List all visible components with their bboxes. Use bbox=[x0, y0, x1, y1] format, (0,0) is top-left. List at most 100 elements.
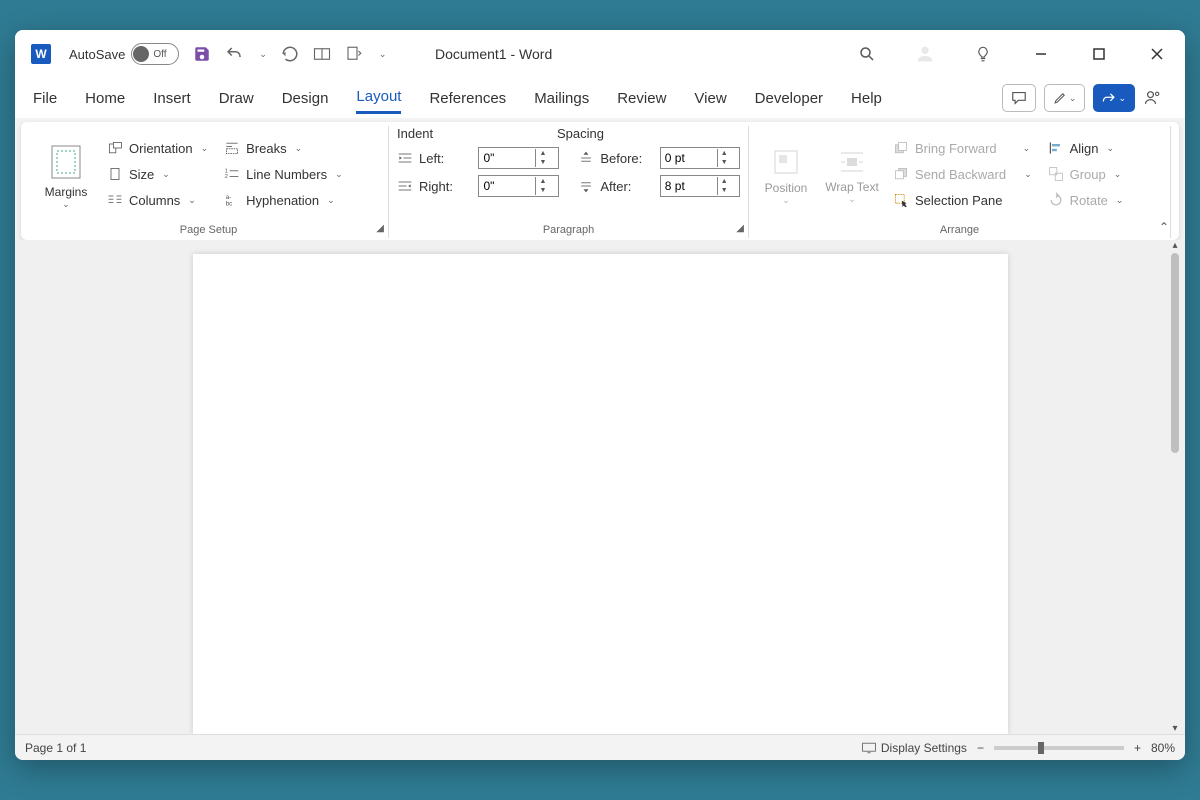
tab-design[interactable]: Design bbox=[282, 84, 329, 113]
tab-file[interactable]: File bbox=[33, 84, 57, 113]
scroll-up-icon[interactable]: ▴ bbox=[1172, 240, 1177, 251]
qat-button-1[interactable] bbox=[313, 46, 331, 62]
autosave-toggle[interactable]: Off bbox=[131, 43, 179, 65]
spacing-after-input[interactable]: ▲▼ bbox=[660, 175, 740, 197]
size-icon bbox=[107, 166, 123, 182]
tab-help[interactable]: Help bbox=[851, 84, 882, 113]
editing-button[interactable]: ⌄ bbox=[1044, 84, 1086, 112]
spinner-up-icon[interactable]: ▲ bbox=[718, 177, 731, 186]
arrange-group-label: Arrange bbox=[757, 222, 1162, 238]
columns-label: Columns bbox=[129, 193, 180, 208]
hyphenation-label: Hyphenation bbox=[246, 193, 319, 208]
comments-button[interactable] bbox=[1002, 84, 1036, 112]
chevron-down-icon: ⌄ bbox=[1023, 143, 1031, 154]
wrap-text-icon bbox=[837, 148, 867, 176]
help-tip-icon[interactable] bbox=[963, 34, 1003, 74]
account-silhouette-icon[interactable] bbox=[1143, 88, 1167, 108]
chevron-down-icon: ⌄ bbox=[188, 195, 196, 206]
search-icon[interactable] bbox=[847, 34, 887, 74]
group-arrange: Position ⌄ Wrap Text ⌄ Bring Forward ⌄ bbox=[749, 126, 1171, 238]
scroll-down-icon[interactable]: ▾ bbox=[1172, 723, 1177, 734]
spinner-up-icon[interactable]: ▲ bbox=[536, 177, 549, 186]
share-button[interactable]: ⌄ bbox=[1093, 84, 1135, 112]
account-icon[interactable] bbox=[905, 34, 945, 74]
columns-button[interactable]: Columns ⌄ bbox=[103, 190, 212, 210]
save-icon[interactable] bbox=[193, 45, 211, 63]
autosave-knob-icon bbox=[133, 46, 149, 62]
chevron-down-icon: ⌄ bbox=[848, 194, 856, 205]
size-button[interactable]: Size⌄ bbox=[103, 164, 212, 184]
group-paragraph: Indent Spacing Left: ▲▼ Before: ▲▼ Right… bbox=[389, 126, 749, 238]
zoom-slider-thumb[interactable] bbox=[1038, 742, 1044, 754]
spacing-header: Spacing bbox=[557, 126, 604, 141]
minimize-button[interactable] bbox=[1021, 34, 1061, 74]
scrollbar-thumb[interactable] bbox=[1171, 253, 1179, 453]
zoom-in-button[interactable]: + bbox=[1134, 741, 1141, 755]
align-label: Align bbox=[1070, 141, 1099, 156]
margins-icon bbox=[49, 143, 83, 181]
page-setup-launcher-icon[interactable]: ◢ bbox=[376, 223, 384, 234]
spacing-before-field[interactable] bbox=[661, 151, 717, 165]
spinner-down-icon[interactable]: ▼ bbox=[718, 186, 731, 195]
display-settings-button[interactable]: Display Settings bbox=[861, 741, 967, 755]
hyphenation-button[interactable]: a-bc Hyphenation⌄ bbox=[220, 190, 346, 210]
size-label: Size bbox=[129, 167, 154, 182]
spinner-up-icon[interactable]: ▲ bbox=[536, 149, 549, 158]
tab-references[interactable]: References bbox=[429, 84, 506, 113]
spacing-before-input[interactable]: ▲▼ bbox=[660, 147, 740, 169]
app-window: W AutoSave Off ⌄ ⌄ Document1 - bbox=[15, 30, 1185, 760]
tab-view[interactable]: View bbox=[694, 84, 726, 113]
paragraph-launcher-icon[interactable]: ◢ bbox=[736, 223, 744, 234]
ribbon: Margins ⌄ Orientation⌄ Size⌄ Columns⌄ bbox=[21, 122, 1179, 240]
spinner-down-icon[interactable]: ▼ bbox=[536, 186, 549, 195]
undo-dropdown-icon[interactable]: ⌄ bbox=[259, 49, 267, 60]
selection-pane-button[interactable]: Selection Pane bbox=[889, 190, 1036, 210]
close-button[interactable] bbox=[1137, 34, 1177, 74]
group-label-text: Group bbox=[1070, 167, 1106, 182]
spacing-after-field[interactable] bbox=[661, 179, 717, 193]
qat-customize-icon[interactable]: ⌄ bbox=[379, 49, 387, 60]
status-bar: Page 1 of 1 Display Settings − + 80% bbox=[15, 734, 1185, 760]
orientation-button[interactable]: Orientation⌄ bbox=[103, 138, 212, 158]
send-backward-icon bbox=[893, 166, 909, 182]
maximize-button[interactable] bbox=[1079, 34, 1119, 74]
titlebar-right bbox=[847, 34, 1177, 74]
zoom-level[interactable]: 80% bbox=[1151, 741, 1175, 755]
document-page[interactable] bbox=[193, 254, 1008, 734]
tab-mailings[interactable]: Mailings bbox=[534, 84, 589, 113]
tab-review[interactable]: Review bbox=[617, 84, 666, 113]
indent-left-field[interactable] bbox=[479, 151, 535, 165]
chevron-down-icon: ⌄ bbox=[1107, 143, 1115, 154]
line-numbers-button[interactable]: 12 Line Numbers⌄ bbox=[220, 164, 346, 184]
tab-layout[interactable]: Layout bbox=[356, 82, 401, 114]
position-button: Position ⌄ bbox=[757, 126, 815, 222]
wrap-text-label: Wrap Text bbox=[825, 180, 879, 194]
zoom-out-button[interactable]: − bbox=[977, 741, 984, 755]
spinner-down-icon[interactable]: ▼ bbox=[718, 158, 731, 167]
ribbon-collapse-icon[interactable]: ⌃ bbox=[1159, 220, 1169, 234]
chevron-down-icon: ⌄ bbox=[1069, 93, 1077, 104]
page-info[interactable]: Page 1 of 1 bbox=[25, 741, 86, 755]
vertical-scrollbar[interactable]: ▴ ▾ bbox=[1167, 240, 1183, 734]
group-icon bbox=[1048, 166, 1064, 182]
undo-button[interactable] bbox=[225, 45, 243, 63]
breaks-button[interactable]: Breaks⌄ bbox=[220, 138, 346, 158]
qat-button-2[interactable] bbox=[345, 45, 363, 63]
spinner-up-icon[interactable]: ▲ bbox=[718, 149, 731, 158]
spinner-down-icon[interactable]: ▼ bbox=[536, 158, 549, 167]
line-numbers-icon: 12 bbox=[224, 166, 240, 182]
tab-developer[interactable]: Developer bbox=[755, 84, 823, 113]
align-button[interactable]: Align ⌄ bbox=[1044, 138, 1128, 158]
indent-right-input[interactable]: ▲▼ bbox=[478, 175, 558, 197]
tab-home[interactable]: Home bbox=[85, 84, 125, 113]
align-icon bbox=[1048, 140, 1064, 156]
document-canvas: ▴ ▾ bbox=[15, 240, 1185, 734]
zoom-slider[interactable] bbox=[994, 746, 1124, 750]
tab-draw[interactable]: Draw bbox=[219, 84, 254, 113]
chevron-down-icon: ⌄ bbox=[1024, 169, 1032, 180]
tab-insert[interactable]: Insert bbox=[153, 84, 191, 113]
margins-button[interactable]: Margins ⌄ bbox=[37, 126, 95, 222]
redo-button[interactable] bbox=[281, 45, 299, 63]
indent-right-field[interactable] bbox=[479, 179, 535, 193]
indent-left-input[interactable]: ▲▼ bbox=[478, 147, 558, 169]
